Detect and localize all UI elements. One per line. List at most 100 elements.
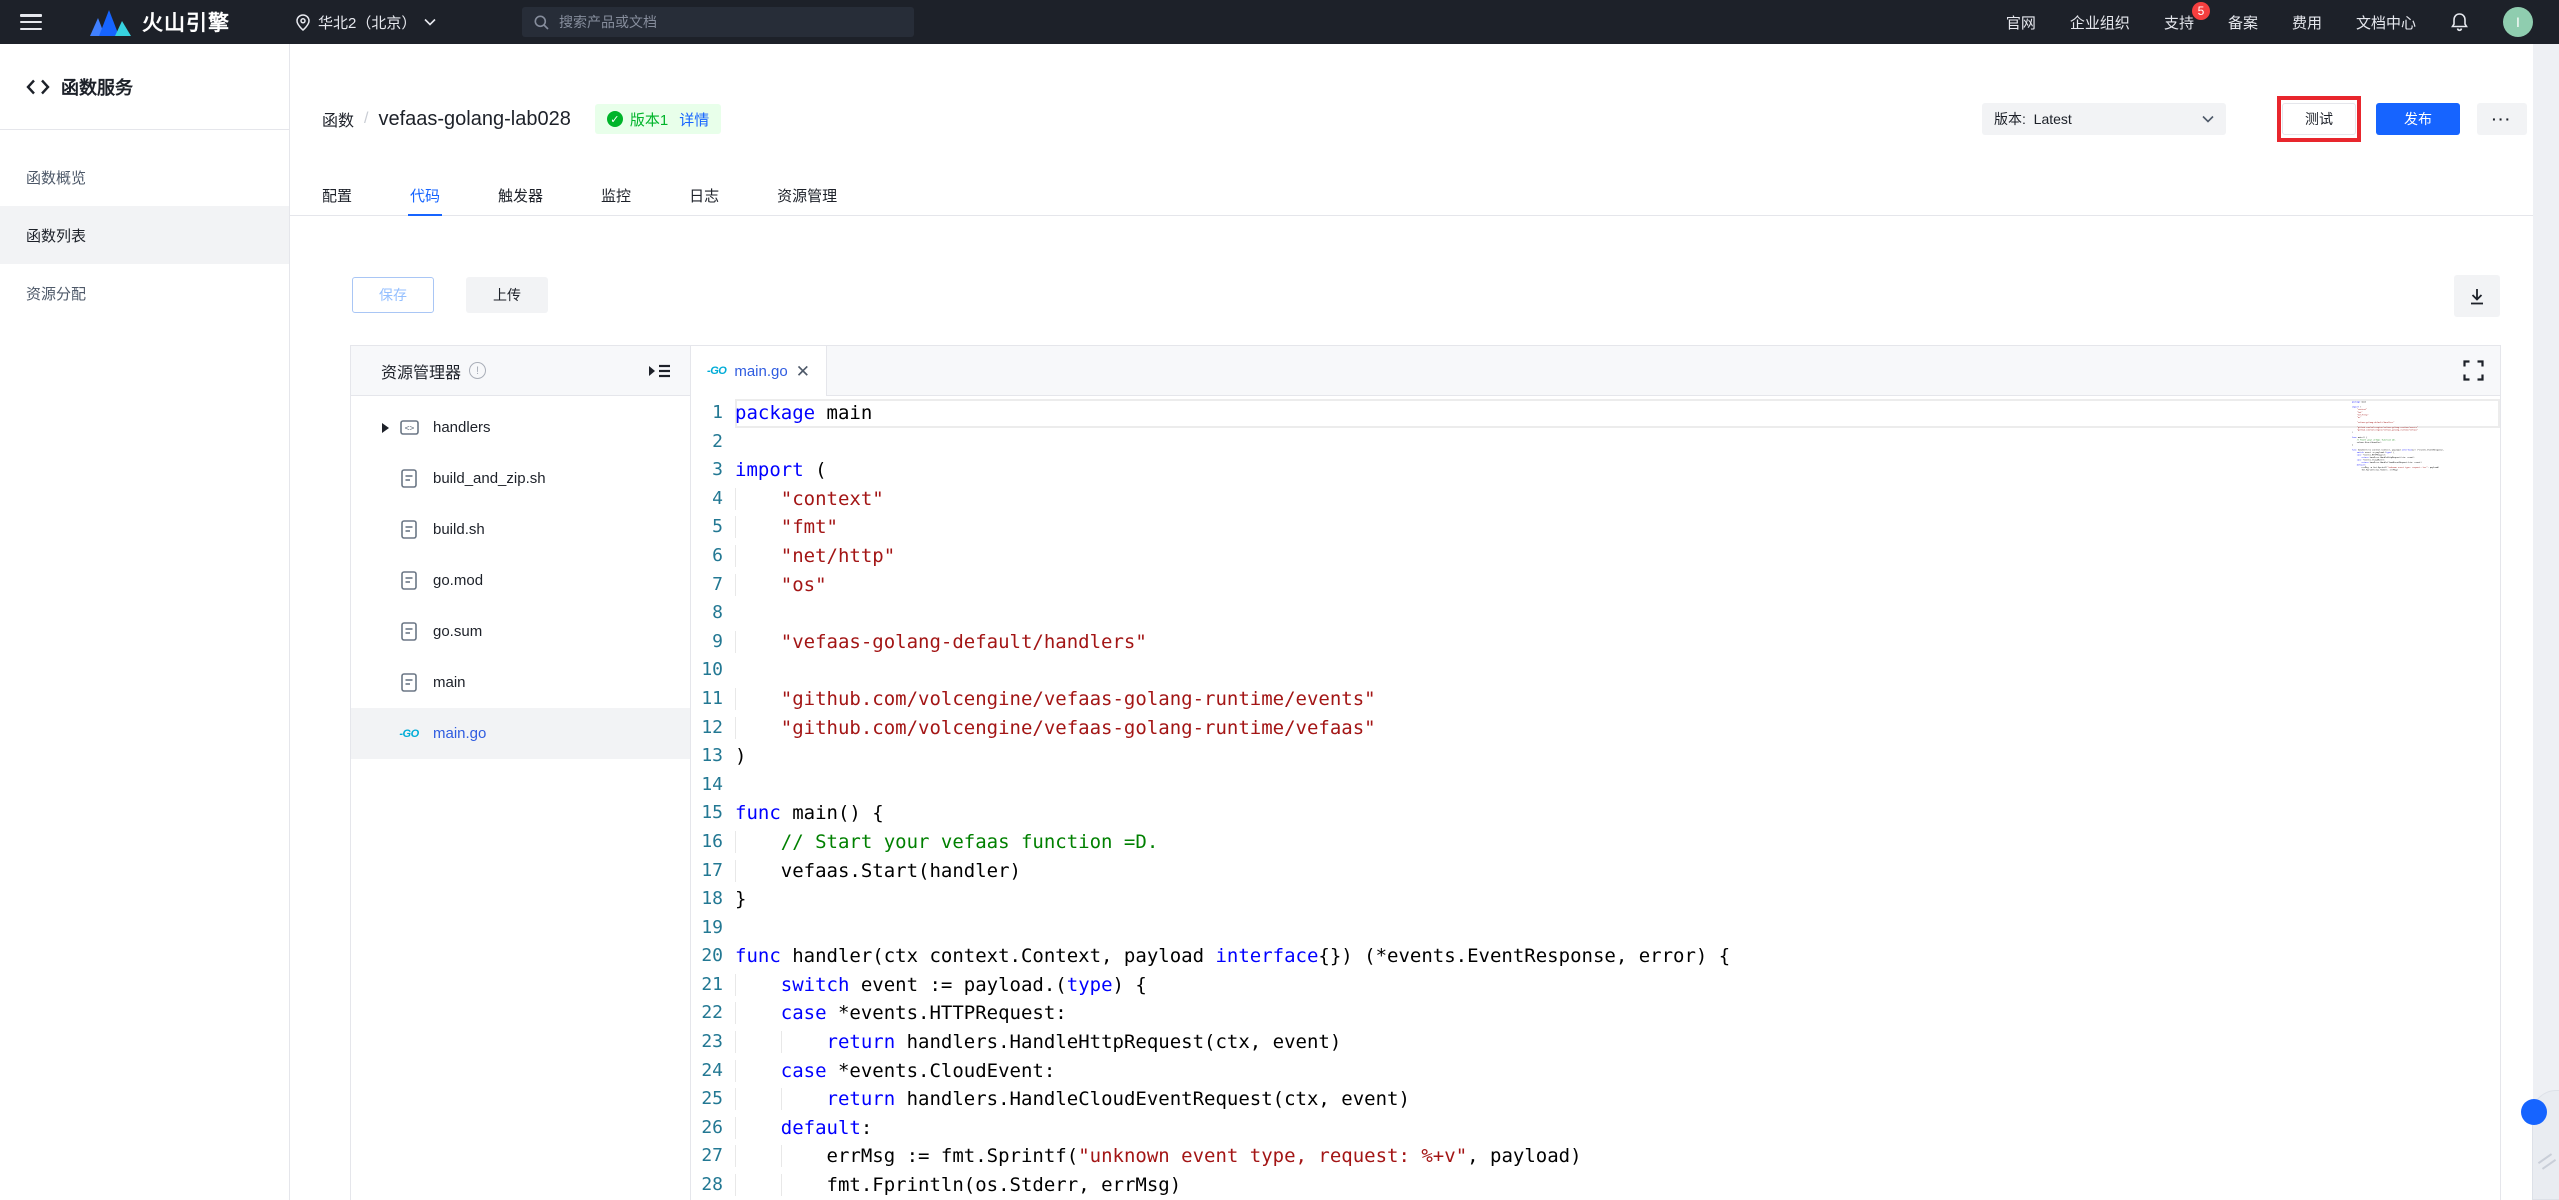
code-line[interactable]: 7 "os" (691, 571, 2500, 600)
code-line[interactable]: 18} (691, 885, 2500, 914)
code-line-content[interactable]: package main (735, 399, 2500, 428)
search-input[interactable]: 搜索产品或文档 (522, 7, 914, 37)
code-line-content[interactable]: } (735, 885, 2500, 914)
upload-button[interactable]: 上传 (466, 277, 548, 313)
code-line[interactable]: 25 return handlers.HandleCloudEventReque… (691, 1085, 2500, 1114)
code-line[interactable]: 28 fmt.Fprintln(os.Stderr, errMsg) (691, 1171, 2500, 1200)
line-number[interactable]: 3 (691, 456, 735, 485)
code-line[interactable]: 24 case *events.CloudEvent: (691, 1057, 2500, 1086)
line-number[interactable]: 20 (691, 942, 735, 971)
line-number[interactable]: 21 (691, 971, 735, 1000)
line-number[interactable]: 10 (691, 656, 735, 685)
tab-code[interactable]: 代码 (410, 175, 440, 215)
tab-log[interactable]: 日志 (689, 175, 719, 215)
code-line[interactable]: 5 "fmt" (691, 513, 2500, 542)
fullscreen-icon[interactable] (2463, 360, 2484, 381)
line-number[interactable]: 1 (691, 399, 735, 428)
line-number[interactable]: 19 (691, 914, 735, 943)
version-select[interactable]: 版本: Latest (1982, 103, 2226, 135)
code-line[interactable]: 27 errMsg := fmt.Sprintf("unknown event … (691, 1142, 2500, 1171)
info-icon[interactable]: ! (469, 362, 486, 379)
code-line[interactable]: 19 (691, 914, 2500, 943)
code-line[interactable]: 13) (691, 742, 2500, 771)
line-number[interactable]: 14 (691, 771, 735, 800)
sidebar-item-allocation[interactable]: 资源分配 (0, 264, 289, 322)
line-number[interactable]: 7 (691, 571, 735, 600)
tab-resource[interactable]: 资源管理 (777, 175, 837, 215)
line-number[interactable]: 22 (691, 999, 735, 1028)
save-button[interactable]: 保存 (352, 277, 434, 313)
collapse-explorer-icon[interactable] (646, 361, 672, 381)
code-line[interactable]: 20func handler(ctx context.Context, payl… (691, 942, 2500, 971)
volcengine-logo[interactable]: 火山引擎 (90, 0, 230, 44)
expand-caret-icon[interactable] (381, 422, 399, 434)
code-line-content[interactable]: "os" (735, 571, 2500, 600)
line-number[interactable]: 25 (691, 1085, 735, 1114)
avatar[interactable]: I (2503, 7, 2533, 37)
line-number[interactable]: 13 (691, 742, 735, 771)
code-line-content[interactable] (735, 914, 2500, 943)
file-item-main.go[interactable]: -GOmain.go (351, 708, 690, 759)
code-line[interactable]: 9 "vefaas-golang-default/handlers" (691, 628, 2500, 657)
code-line-content[interactable]: "vefaas-golang-default/handlers" (735, 628, 2500, 657)
code-line-content[interactable]: "github.com/volcengine/vefaas-golang-run… (735, 714, 2500, 743)
code-line-content[interactable]: // Start your vefaas function =D. (735, 828, 2500, 857)
line-number[interactable]: 9 (691, 628, 735, 657)
code-line-content[interactable]: vefaas.Start(handler) (735, 857, 2500, 886)
topbar-link-支持[interactable]: 支持5 (2164, 12, 2194, 33)
line-number[interactable]: 24 (691, 1057, 735, 1086)
file-item-build.sh[interactable]: build.sh (351, 504, 690, 555)
code-line-content[interactable]: func handler(ctx context.Context, payloa… (735, 942, 2500, 971)
file-item-go.mod[interactable]: go.mod (351, 555, 690, 606)
topbar-link-备案[interactable]: 备案 (2228, 12, 2258, 33)
code-line-content[interactable]: fmt.Fprintln(os.Stderr, errMsg) (735, 1171, 2500, 1200)
code-line[interactable]: 3import ( (691, 456, 2500, 485)
breadcrumb-root[interactable]: 函数 (322, 107, 354, 131)
code-line-content[interactable]: "net/http" (735, 542, 2500, 571)
more-button[interactable]: ··· (2477, 103, 2527, 135)
publish-button[interactable]: 发布 (2376, 103, 2460, 135)
code-line[interactable]: 2 (691, 428, 2500, 457)
line-number[interactable]: 8 (691, 599, 735, 628)
line-number[interactable]: 18 (691, 885, 735, 914)
code-line[interactable]: 26 default: (691, 1114, 2500, 1143)
code-line-content[interactable] (735, 599, 2500, 628)
code-line-content[interactable]: "github.com/volcengine/vefaas-golang-run… (735, 685, 2500, 714)
code-line-content[interactable]: "context" (735, 485, 2500, 514)
code-line[interactable]: 4 "context" (691, 485, 2500, 514)
menu-icon[interactable] (20, 14, 42, 30)
code-line-content[interactable]: return handlers.HandleCloudEventRequest(… (735, 1085, 2500, 1114)
line-number[interactable]: 11 (691, 685, 735, 714)
code-line[interactable]: 8 (691, 599, 2500, 628)
editor-tab-maingo[interactable]: -GO main.go ✕ (691, 346, 827, 396)
code-line-content[interactable]: ) (735, 742, 2500, 771)
line-number[interactable]: 12 (691, 714, 735, 743)
code-line[interactable]: 23 return handlers.HandleHttpRequest(ctx… (691, 1028, 2500, 1057)
code-line-content[interactable]: case *events.CloudEvent: (735, 1057, 2500, 1086)
code-line-content[interactable]: import ( (735, 456, 2500, 485)
code-line[interactable]: 17 vefaas.Start(handler) (691, 857, 2500, 886)
region-selector[interactable]: 华北2（北京） (296, 0, 436, 44)
code-line[interactable]: 1package main (691, 399, 2500, 428)
code-line[interactable]: 10 (691, 656, 2500, 685)
code-line[interactable]: 6 "net/http" (691, 542, 2500, 571)
line-number[interactable]: 28 (691, 1171, 735, 1200)
code-line-content[interactable] (735, 656, 2500, 685)
code-line-content[interactable]: case *events.HTTPRequest: (735, 999, 2500, 1028)
file-item-build_and_zip.sh[interactable]: build_and_zip.sh (351, 453, 690, 504)
code-line[interactable]: 11 "github.com/volcengine/vefaas-golang-… (691, 685, 2500, 714)
line-number[interactable]: 2 (691, 428, 735, 457)
feedback-widget[interactable] (2532, 1090, 2559, 1200)
line-number[interactable]: 26 (691, 1114, 735, 1143)
line-number[interactable]: 16 (691, 828, 735, 857)
code-line[interactable]: 16 // Start your vefaas function =D. (691, 828, 2500, 857)
minimap[interactable]: package main import ( "context" "fmt" "n… (2352, 401, 2444, 481)
code-line[interactable]: 12 "github.com/volcengine/vefaas-golang-… (691, 714, 2500, 743)
code-line-content[interactable] (735, 428, 2500, 457)
notification-bell-icon[interactable] (2450, 12, 2469, 32)
topbar-link-文档中心[interactable]: 文档中心 (2356, 12, 2416, 33)
code-line-content[interactable]: default: (735, 1114, 2500, 1143)
topbar-link-费用[interactable]: 费用 (2292, 12, 2322, 33)
line-number[interactable]: 17 (691, 857, 735, 886)
topbar-link-官网[interactable]: 官网 (2006, 12, 2036, 33)
